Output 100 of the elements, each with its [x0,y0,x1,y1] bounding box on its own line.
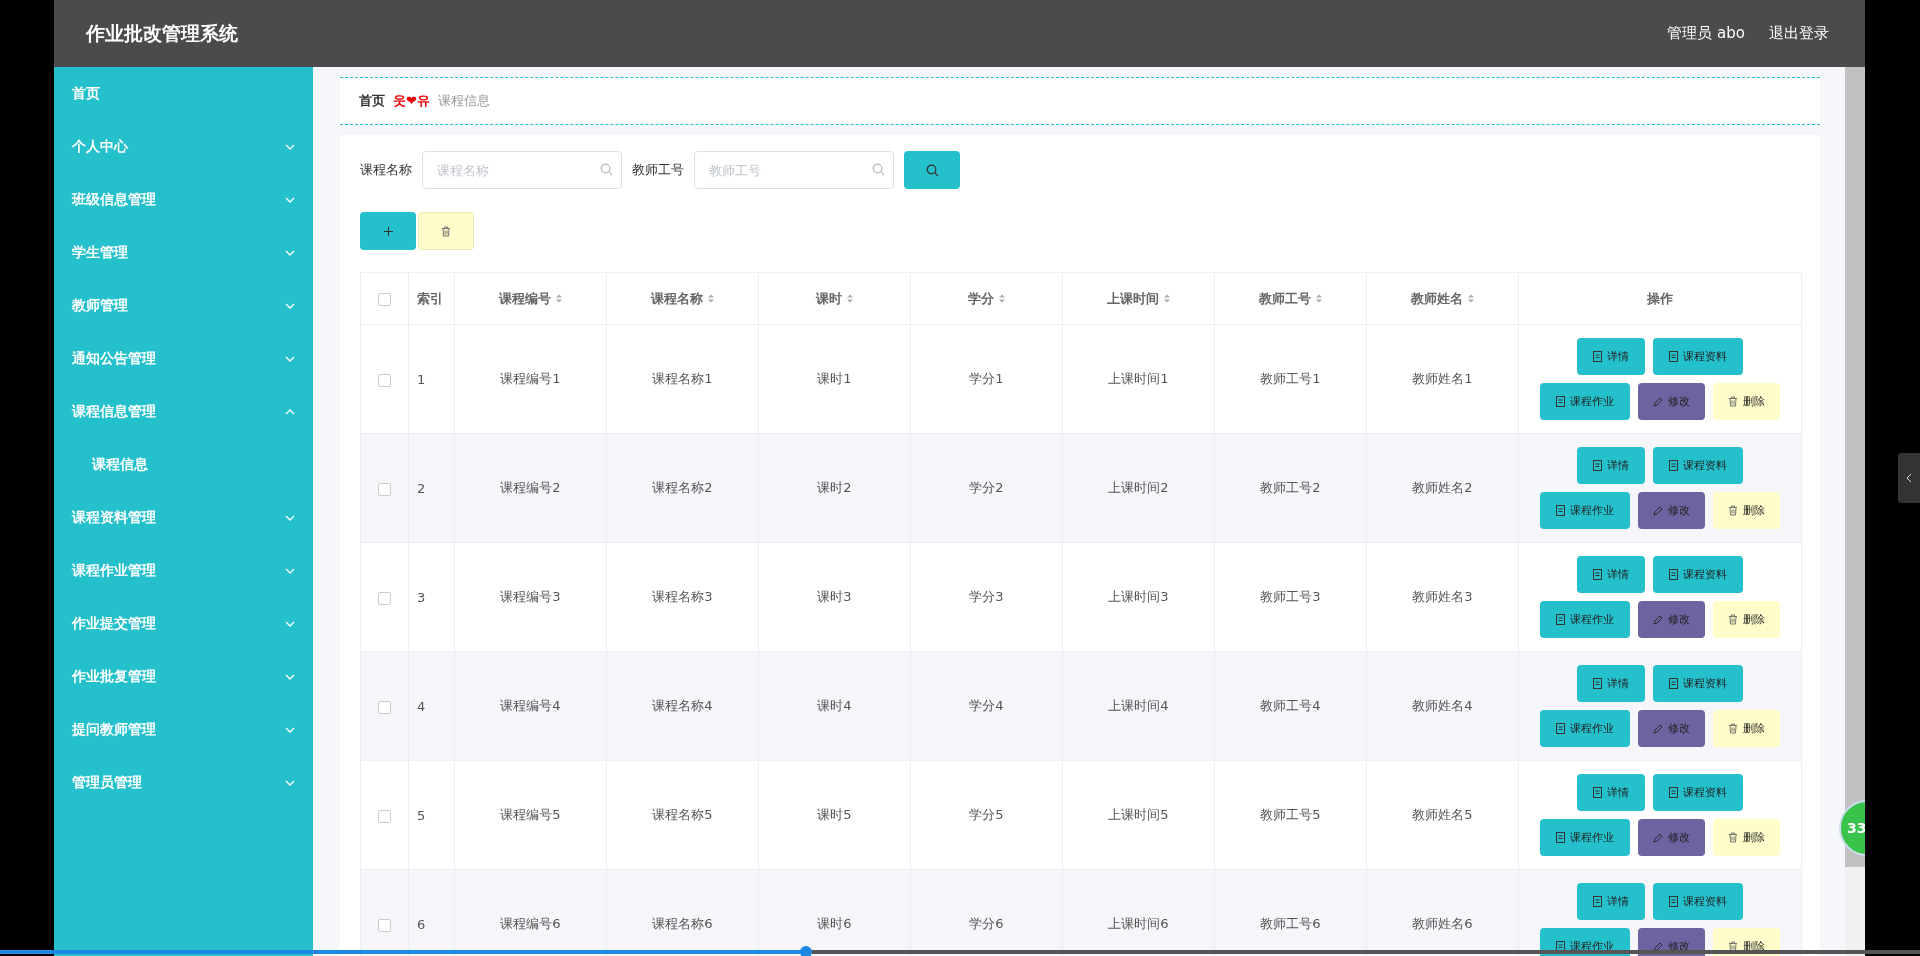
field-label: 课程名称 [360,161,412,179]
document-icon [1593,678,1602,689]
table-cell: 课程名称1 [652,371,713,386]
pencil-icon [1653,723,1663,734]
homework-button[interactable]: 课程作业 [1540,383,1630,420]
trash-icon [1728,723,1738,734]
column-header: 索引 [417,289,443,308]
sort-icon[interactable] [1314,293,1323,304]
document-icon [1556,723,1565,734]
progress-knob[interactable] [800,946,813,956]
table-cell: 上课时间1 [1108,371,1169,386]
delete-button[interactable]: 删除 [1713,819,1780,856]
table-cell: 课时5 [817,807,852,822]
document-icon [1593,569,1602,580]
trash-icon [1728,832,1738,843]
chevron-left-icon [1906,473,1912,483]
material-button[interactable]: 课程资料 [1653,447,1743,484]
document-icon [1593,896,1602,907]
document-icon [1556,832,1565,843]
sort-icon[interactable] [997,293,1006,304]
table-cell: 课程名称2 [652,480,713,495]
table-cell: 上课时间2 [1108,480,1169,495]
column-header: 教师姓名 [1410,289,1463,308]
pencil-icon [1653,614,1663,625]
search-field[interactable]: 课程名称 [422,151,622,189]
trash-icon [1728,941,1738,952]
table-cell: 课程编号6 [500,916,561,931]
checkbox[interactable] [378,700,391,714]
detail-button[interactable]: 详情 [1577,447,1645,484]
document-icon [1593,460,1602,471]
sort-icon[interactable] [1162,293,1171,304]
checkbox[interactable] [378,482,391,496]
table-cell: 教师姓名6 [1412,916,1473,931]
add-button[interactable] [360,212,416,250]
chevron-icon [285,673,295,680]
sort-icon[interactable] [706,293,715,304]
checkbox[interactable] [378,591,391,605]
detail-button[interactable]: 详情 [1577,338,1645,375]
delete-button[interactable]: 删除 [1713,492,1780,529]
table-cell: 课程名称3 [652,589,713,604]
homework-button[interactable]: 课程作业 [1540,819,1630,856]
table-cell: 课程编号4 [500,698,561,713]
checkbox[interactable] [378,809,391,823]
sort-icon[interactable] [554,293,563,304]
checkbox[interactable] [378,293,391,306]
document-icon [1669,787,1678,798]
breadcrumb-home-link[interactable]: 首页 [359,92,385,110]
chevron-icon [285,726,295,733]
table-cell: 教师工号2 [1260,480,1321,495]
material-button[interactable]: 课程资料 [1653,556,1743,593]
document-icon [1593,787,1602,798]
table-cell: 学分5 [969,807,1004,822]
table-cell: 课时1 [817,371,852,386]
detail-button[interactable]: 详情 [1577,883,1645,920]
pencil-icon [1653,832,1663,843]
checkbox[interactable] [378,373,391,387]
table-cell: 上课时间5 [1108,807,1169,822]
document-icon [1669,460,1678,471]
document-icon [1556,505,1565,516]
table-cell: 课程名称6 [652,916,713,931]
column-header: 课程名称 [650,289,703,308]
trash-icon [1728,614,1738,625]
sort-icon[interactable] [1466,293,1475,304]
material-button[interactable]: 课程资料 [1653,338,1743,375]
table-cell: 教师姓名5 [1412,807,1473,822]
side-panel-handle[interactable] [1898,453,1920,503]
chevron-icon [285,302,295,309]
delete-button[interactable]: 删除 [1713,710,1780,747]
document-icon [1556,396,1565,407]
material-button[interactable]: 课程资料 [1653,665,1743,702]
sort-icon[interactable] [845,293,854,304]
chevron-icon [285,408,295,415]
breadcrumb-separator: 웃❤유 [393,92,430,110]
material-button[interactable]: 课程资料 [1653,883,1743,920]
material-button[interactable]: 课程资料 [1653,774,1743,811]
column-header: 课程编号 [498,289,551,308]
table-cell: 课时6 [817,916,852,931]
detail-button[interactable]: 详情 [1577,665,1645,702]
table-cell: 教师工号3 [1260,589,1321,604]
search-field[interactable]: 教师工号 [694,151,894,189]
homework-button[interactable]: 课程作业 [1540,492,1630,529]
scrollbar[interactable] [1845,67,1865,956]
delete-button[interactable]: 删除 [1713,383,1780,420]
batch-delete-button[interactable] [418,212,474,250]
delete-button[interactable]: 删除 [1713,601,1780,638]
document-icon [1669,678,1678,689]
homework-button[interactable]: 课程作业 [1540,601,1630,638]
logout-link[interactable]: 退出登录 [1769,24,1829,43]
table-cell: 学分2 [969,480,1004,495]
table-cell: 课时2 [817,480,852,495]
detail-button[interactable]: 详情 [1577,556,1645,593]
chevron-icon [285,249,295,256]
checkbox[interactable] [378,918,391,932]
table-cell: 课时3 [817,589,852,604]
detail-button[interactable]: 详情 [1577,774,1645,811]
search-button[interactable] [904,151,960,189]
homework-button[interactable]: 课程作业 [1540,710,1630,747]
table-cell: 课程名称5 [652,807,713,822]
table-cell: 6 [417,916,426,932]
search-icon [872,163,885,176]
